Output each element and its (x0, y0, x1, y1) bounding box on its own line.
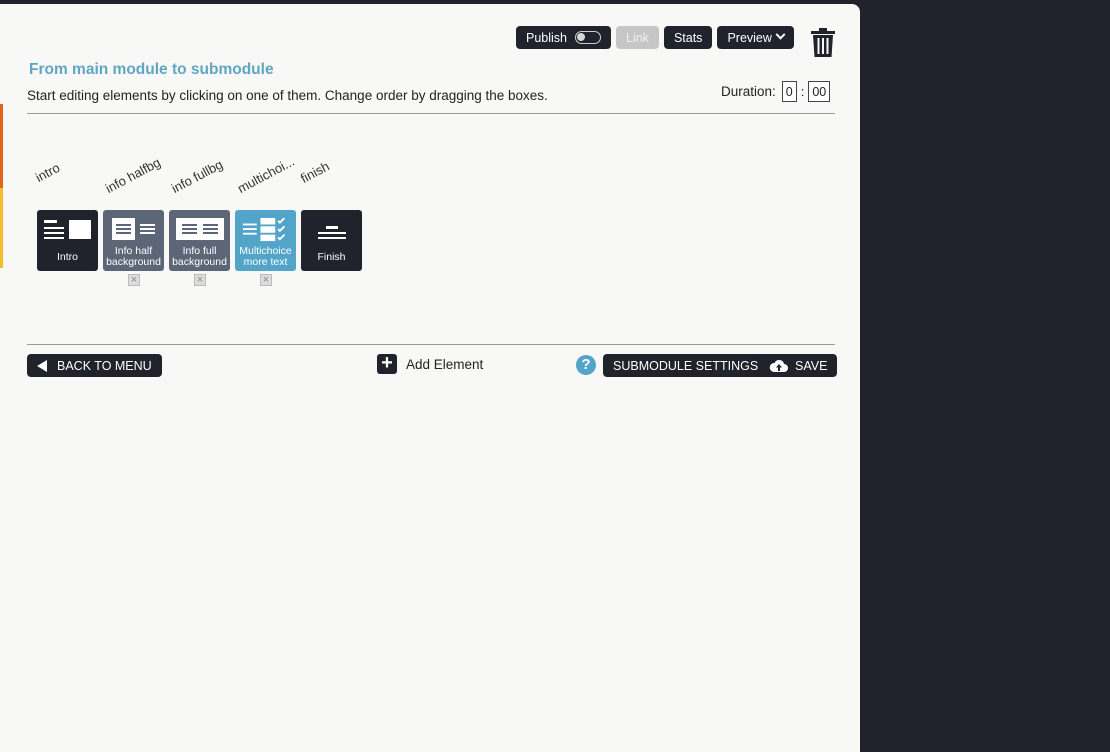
stats-button[interactable]: Stats (663, 26, 713, 49)
editor-panel: Publish Link Stats Preview From main mod… (0, 4, 860, 752)
toggle-icon[interactable] (575, 31, 601, 44)
divider-bottom (27, 344, 835, 345)
element-box-info-halfbg[interactable]: Info half background (103, 210, 164, 271)
preview-dropdown-button[interactable]: Preview (717, 26, 794, 49)
divider-top (27, 113, 835, 114)
finish-layout-icon (317, 226, 346, 239)
element-text-multichoice: Multichoice more text (239, 245, 292, 268)
link-button[interactable]: Link (616, 26, 659, 49)
element-text-info-fullbg: Info full background (172, 245, 227, 268)
element-text-finish: Finish (317, 251, 346, 263)
element-box-multichoice[interactable]: Multichoice more text (235, 210, 296, 271)
close-icon[interactable]: × (194, 274, 206, 286)
element-label-info-fullbg: info fullbg (168, 156, 226, 196)
element-label-multichoice: multichoi... (234, 153, 297, 196)
publish-label: Publish (526, 30, 567, 45)
element-label-info-halfbg: info halfbg (102, 154, 163, 196)
info-half-layout-icon (111, 218, 155, 240)
page-instructions: Start editing elements by clicking on on… (27, 88, 548, 103)
element-label-intro: intro (32, 159, 63, 185)
save-button[interactable]: SAVE (759, 354, 838, 377)
back-arrow-icon (37, 359, 47, 372)
trash-icon[interactable] (810, 28, 836, 58)
element-box-info-fullbg[interactable]: Info full background (169, 210, 230, 271)
save-label: SAVE (795, 358, 828, 373)
element-text-info-halfbg: Info half background (106, 245, 161, 268)
element-text-intro: Intro (56, 251, 78, 263)
accent-strip-orange (0, 104, 3, 188)
element-box-finish[interactable]: Finish (301, 210, 362, 271)
chevron-down-icon (775, 29, 786, 40)
publish-toggle-button[interactable]: Publish (516, 26, 611, 49)
duration-label: Duration: (721, 84, 776, 99)
accent-strip-yellow (0, 188, 3, 268)
close-icon[interactable]: × (128, 274, 140, 286)
back-label: BACK TO MENU (57, 358, 152, 373)
close-icon[interactable]: × (260, 274, 272, 286)
add-element-label: Add Element (406, 356, 484, 372)
plus-icon: + (377, 353, 397, 374)
duration-separator: : (800, 84, 805, 99)
help-icon[interactable]: ? (576, 355, 596, 375)
cloud-upload-icon (769, 359, 788, 372)
back-to-menu-button[interactable]: BACK TO MENU (27, 354, 162, 377)
duration-field: Duration: 0 : 00 (721, 81, 831, 102)
element-box-intro[interactable]: Intro (37, 210, 98, 271)
add-element-button[interactable]: + Add Element (377, 353, 484, 374)
preview-label: Preview (727, 30, 772, 45)
top-toolbar: Publish Link Stats Preview (516, 26, 794, 49)
submodule-settings-button[interactable]: SUBMODULE SETTINGS (603, 354, 769, 377)
duration-minutes-input[interactable]: 0 (781, 81, 797, 102)
duration-seconds-input[interactable]: 00 (808, 81, 831, 102)
element-label-finish: finish (297, 158, 332, 186)
intro-layout-icon (43, 220, 91, 239)
page-title: From main module to submodule (29, 61, 274, 78)
info-full-layout-icon (175, 218, 224, 240)
multichoice-layout-icon (242, 218, 285, 242)
